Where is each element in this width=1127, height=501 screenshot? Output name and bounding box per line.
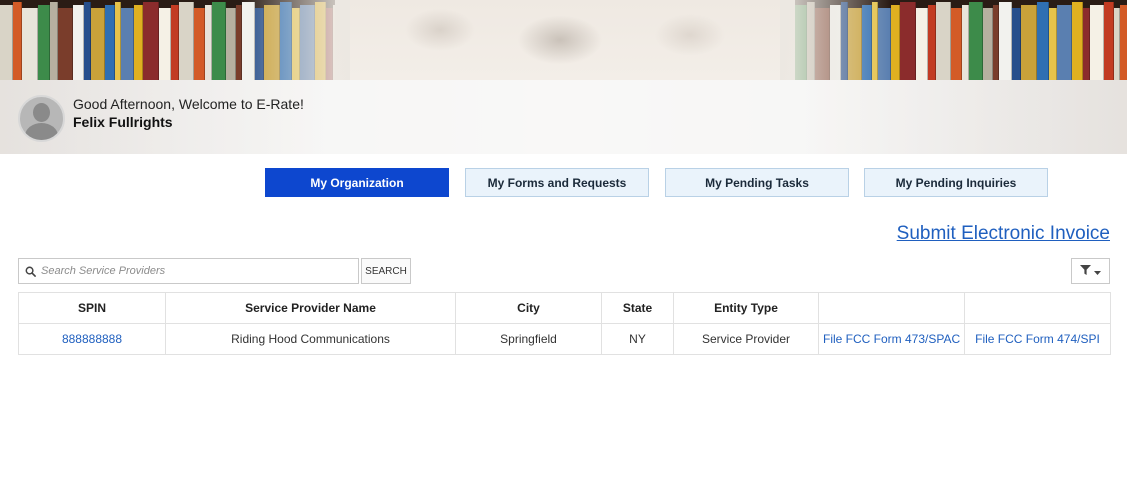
file-form-473-link[interactable]: File FCC Form 473/SPAC [823, 332, 960, 346]
header-banner: Good Afternoon, Welcome to E-Rate! Felix… [0, 0, 1127, 154]
column-header-city[interactable]: City [455, 292, 602, 324]
tab-my-pending-inquiries[interactable]: My Pending Inquiries [864, 168, 1048, 197]
column-header-service-provider-name[interactable]: Service Provider Name [165, 292, 456, 324]
banner-fade-left [240, 0, 350, 80]
search-button[interactable]: SEARCH [361, 258, 411, 284]
spin-cell[interactable]: 888888888 [18, 323, 166, 355]
search-input[interactable] [41, 265, 351, 277]
filter-button[interactable] [1071, 258, 1110, 284]
submit-electronic-invoice-link[interactable]: Submit Electronic Invoice [897, 223, 1110, 245]
column-header-action-2 [964, 292, 1111, 324]
tab-my-forms-and-requests[interactable]: My Forms and Requests [465, 168, 649, 197]
column-header-entity-type[interactable]: Entity Type [673, 292, 819, 324]
form-473-cell[interactable]: File FCC Form 473/SPAC [818, 323, 965, 355]
state-cell: NY [601, 323, 674, 355]
entity-type-cell: Service Provider [673, 323, 819, 355]
table-header-row: SPIN Service Provider Name City State En… [18, 292, 1111, 324]
file-form-474-link[interactable]: File FCC Form 474/SPI [975, 332, 1100, 346]
user-name: Felix Fullrights [73, 114, 173, 130]
search-icon [19, 266, 41, 277]
user-avatar-icon [18, 95, 65, 142]
column-header-action-1 [818, 292, 965, 324]
column-header-state[interactable]: State [601, 292, 674, 324]
tab-my-organization[interactable]: My Organization [265, 168, 449, 197]
spin-link[interactable]: 888888888 [62, 332, 122, 346]
column-header-spin[interactable]: SPIN [18, 292, 166, 324]
caret-down-icon [1094, 262, 1101, 280]
city-cell: Springfield [455, 323, 602, 355]
form-474-cell[interactable]: File FCC Form 474/SPI [964, 323, 1111, 355]
provider-name-cell: Riding Hood Communications [165, 323, 456, 355]
banner-fade-right [780, 0, 890, 80]
search-field[interactable] [18, 258, 359, 284]
filter-icon [1080, 262, 1091, 280]
banner-background [330, 0, 800, 80]
welcome-greeting: Good Afternoon, Welcome to E-Rate! [73, 96, 304, 112]
tab-my-pending-tasks[interactable]: My Pending Tasks [665, 168, 849, 197]
table-row: 888888888 Riding Hood Communications Spr… [18, 323, 1111, 355]
service-providers-table: SPIN Service Provider Name City State En… [18, 292, 1111, 355]
